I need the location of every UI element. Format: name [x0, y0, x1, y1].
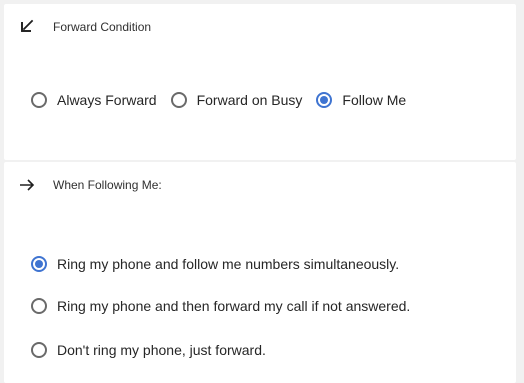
radio-button[interactable] — [31, 342, 47, 358]
radio-label: Follow Me — [342, 92, 407, 108]
radio-label: Always Forward — [57, 92, 157, 108]
forward-condition-radio-group: Always Forward Forward on Busy Follow Me — [31, 92, 420, 108]
arrow-right-icon — [18, 176, 36, 194]
radio-ring-simultaneously[interactable]: Ring my phone and follow me numbers simu… — [31, 254, 410, 274]
follow-me-radio-group: Ring my phone and follow me numbers simu… — [31, 254, 424, 382]
arrow-down-left-icon — [18, 18, 36, 36]
radio-label: Ring my phone and follow me numbers simu… — [57, 256, 400, 272]
radio-label: Forward on Busy — [196, 92, 303, 108]
radio-always-forward[interactable]: Always Forward — [31, 92, 157, 108]
follow-me-title: When Following Me: — [53, 178, 162, 192]
radio-label: Ring my phone and then forward my call i… — [57, 298, 411, 314]
forward-condition-header: Forward Condition — [18, 18, 151, 36]
radio-label: Don't ring my phone, just forward. — [57, 342, 266, 358]
follow-me-card: When Following Me: Ring my phone and fol… — [4, 162, 516, 383]
radio-button[interactable] — [31, 256, 47, 272]
radio-ring-then-forward[interactable]: Ring my phone and then forward my call i… — [31, 296, 410, 316]
radio-forward-on-busy[interactable]: Forward on Busy — [170, 92, 303, 108]
radio-follow-me[interactable]: Follow Me — [316, 92, 406, 108]
radio-button[interactable] — [170, 92, 187, 108]
forward-condition-title: Forward Condition — [53, 20, 152, 34]
radio-dont-ring[interactable]: Don't ring my phone, just forward. — [31, 340, 410, 360]
radio-button[interactable] — [316, 92, 333, 108]
follow-me-header: When Following Me: — [18, 176, 162, 194]
radio-button[interactable] — [31, 298, 47, 314]
forward-condition-card: Forward Condition Always Forward Forward… — [4, 4, 516, 160]
radio-button[interactable] — [31, 92, 47, 108]
